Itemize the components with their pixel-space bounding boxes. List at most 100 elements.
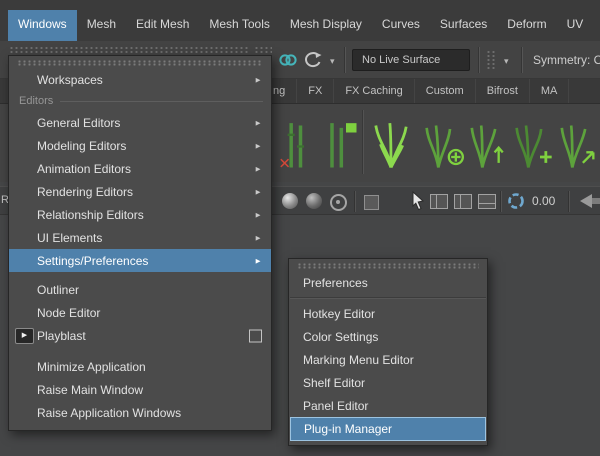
submenu-item-color-settings[interactable]: Color Settings — [289, 325, 487, 348]
menu-divider — [290, 297, 486, 299]
panel-layout-icon[interactable] — [454, 194, 472, 209]
option-box[interactable] — [249, 329, 262, 342]
submenu-item-shelf-editor[interactable]: Shelf Editor — [289, 371, 487, 394]
menu-item-ui-elements[interactable]: UI Elements ► — [9, 226, 271, 249]
menu-item-workspaces[interactable]: Workspaces ► — [9, 68, 271, 91]
menubar-item-mesh[interactable]: Mesh — [77, 10, 126, 41]
menu-item-label: Color Settings — [303, 329, 379, 344]
menu-gap — [9, 347, 271, 355]
toolbar-separator — [478, 47, 480, 73]
dropdown-caret-icon[interactable]: ▾ — [504, 56, 509, 67]
dot-grip-handle[interactable] — [9, 46, 249, 54]
grass-shelf-icon[interactable] — [422, 116, 464, 170]
menubar-item-mesh-tools[interactable]: Mesh Tools — [199, 10, 279, 41]
menubar-item-surfaces[interactable]: Surfaces — [430, 10, 497, 41]
panel-layout-icon[interactable] — [430, 194, 448, 209]
menubar-item-mesh-display[interactable]: Mesh Display — [280, 10, 372, 41]
menubar-item-curves[interactable]: Curves — [372, 10, 430, 41]
grass-shelf-icon[interactable]: ✕ — [276, 116, 318, 173]
panel-layout-icon[interactable] — [478, 194, 496, 209]
playblast-icon: ▶ — [15, 327, 34, 344]
live-object-icon[interactable] — [364, 195, 379, 210]
menu-item-raise-application-windows[interactable]: Raise Application Windows — [9, 401, 271, 424]
wire-circle-icon[interactable] — [330, 194, 347, 211]
menu-item-node-editor[interactable]: Node Editor — [9, 301, 271, 324]
shelf-tab-fx-caching[interactable]: FX Caching — [334, 79, 415, 103]
menubar-item-deform[interactable]: Deform — [497, 10, 556, 41]
shelf-tab-ma-cut[interactable]: MA — [530, 79, 570, 103]
submenu-item-plug-in-manager[interactable]: Plug-in Manager — [290, 417, 486, 441]
submenu-item-hotkey-editor[interactable]: Hotkey Editor — [289, 302, 487, 325]
shelf-tab-fx[interactable]: FX — [297, 79, 335, 103]
menu-item-general-editors[interactable]: General Editors ► — [9, 111, 271, 134]
cone-icon[interactable] — [578, 192, 600, 215]
grass-shelf-icon[interactable] — [318, 116, 360, 170]
submenu-arrow-icon: ► — [254, 75, 262, 84]
menu-item-label: Plug-in Manager — [304, 422, 393, 436]
section-label: Editors — [19, 95, 54, 107]
menu-item-label: Shelf Editor — [303, 375, 366, 390]
live-surface-label: No Live Surface — [362, 54, 441, 66]
menu-item-label: Settings/Preferences — [37, 253, 149, 268]
toolbar-separator — [500, 191, 502, 212]
submenu-item-marking-menu-editor[interactable]: Marking Menu Editor — [289, 348, 487, 371]
menu-item-label: Hotkey Editor — [303, 306, 376, 321]
sphere-icon[interactable] — [282, 193, 298, 209]
toolbar-separator — [354, 191, 356, 212]
menu-item-rendering-editors[interactable]: Rendering Editors ► — [9, 180, 271, 203]
menu-item-label: General Editors — [37, 115, 121, 130]
menu-item-animation-editors[interactable]: Animation Editors ► — [9, 157, 271, 180]
menubar-item-edit-mesh[interactable]: Edit Mesh — [126, 10, 199, 41]
dot-grip-handle[interactable] — [486, 50, 495, 70]
menubar-item-uv[interactable]: UV — [557, 10, 594, 41]
aperture-icon[interactable] — [507, 192, 525, 215]
submenu-arrow-icon: ► — [254, 210, 262, 219]
main-menubar: Windows Mesh Edit Mesh Mesh Tools Mesh D… — [0, 0, 600, 41]
tearoff-handle[interactable] — [297, 263, 479, 269]
menu-item-outliner[interactable]: Outliner — [9, 278, 271, 301]
submenu-item-panel-editor[interactable]: Panel Editor — [289, 394, 487, 417]
toolbar-separator — [344, 47, 346, 73]
shelf-tab-bifrost[interactable]: Bifrost — [476, 79, 530, 103]
live-surface-combo[interactable]: No Live Surface — [352, 49, 470, 71]
submenu-arrow-icon: ► — [254, 187, 262, 196]
value-field[interactable]: 0.00 — [532, 194, 555, 208]
tearoff-handle[interactable] — [17, 60, 263, 66]
menu-item-modeling-editors[interactable]: Modeling Editors ► — [9, 134, 271, 157]
symmetry-dropdown[interactable]: Symmetry: O — [533, 53, 600, 67]
dropdown-caret-icon[interactable]: ▾ — [330, 56, 335, 67]
menu-section-editors: Editors — [9, 91, 271, 111]
grass-shelf-icon[interactable] — [370, 116, 412, 170]
menu-item-relationship-editors[interactable]: Relationship Editors ► — [9, 203, 271, 226]
shelf-tab-custom[interactable]: Custom — [415, 79, 476, 103]
section-divider — [60, 100, 263, 102]
menu-item-label: Raise Main Window — [37, 382, 144, 397]
submenu-item-preferences[interactable]: Preferences — [289, 271, 487, 294]
grass-shelf-icon[interactable] — [556, 116, 598, 170]
curved-arrow-icon[interactable] — [303, 51, 323, 69]
menu-item-label: UI Elements — [37, 230, 103, 245]
menu-item-label: Workspaces — [37, 72, 103, 87]
menu-item-label: Node Editor — [37, 305, 101, 320]
link-icon[interactable] — [278, 51, 298, 69]
menu-item-playblast[interactable]: ▶ Playblast — [9, 324, 271, 347]
grass-shelf-icon[interactable] — [512, 116, 554, 170]
select-cursor-icon[interactable] — [410, 190, 426, 216]
symmetry-label: Symmetry: O — [533, 53, 600, 67]
grass-shelf-icon[interactable] — [466, 116, 508, 170]
menu-item-settings-preferences[interactable]: Settings/Preferences ► — [9, 249, 271, 272]
menu-item-label: Panel Editor — [303, 398, 369, 413]
maya-main-window: Windows Mesh Edit Mesh Mesh Tools Mesh D… — [0, 0, 600, 456]
menu-item-minimize-application[interactable]: Minimize Application — [9, 355, 271, 378]
menubar-item-windows[interactable]: Windows — [8, 10, 77, 41]
svg-text:✕: ✕ — [278, 156, 291, 170]
menu-item-label: Minimize Application — [37, 359, 146, 374]
menu-item-label: Relationship Editors — [37, 207, 144, 222]
sphere-icon[interactable] — [306, 193, 322, 209]
play-glyph: ▶ — [21, 332, 28, 339]
submenu-arrow-icon: ► — [254, 141, 262, 150]
menu-item-label: Animation Editors — [37, 161, 132, 176]
menu-item-label: Outliner — [37, 282, 80, 297]
menu-item-label: Raise Application Windows — [37, 405, 182, 420]
menu-item-raise-main-window[interactable]: Raise Main Window — [9, 378, 271, 401]
